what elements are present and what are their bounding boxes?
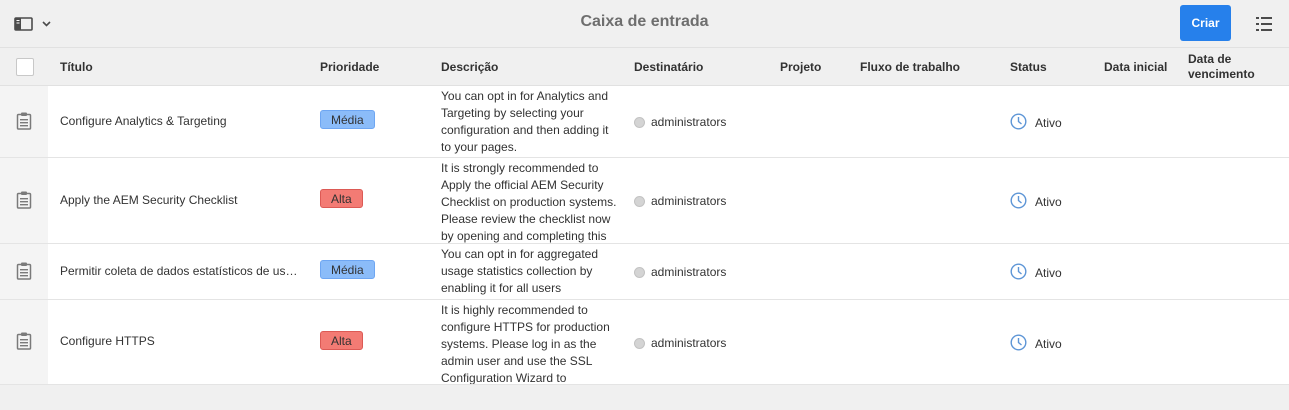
description-line: admin user and use the SSL	[441, 354, 593, 368]
task-title: Permitir coleta de dados estatísticos de…	[60, 264, 300, 278]
table-row[interactable]: Apply the AEM Security Checklist Alta It…	[0, 158, 1289, 244]
clock-icon	[1010, 263, 1027, 283]
description-line: Configuration Wizard to	[441, 371, 567, 385]
table-row[interactable]: Configure HTTPS Alta It is highly recomm…	[0, 300, 1289, 385]
rail-toggle-button[interactable]	[14, 15, 54, 33]
task-thumbnail	[0, 300, 48, 384]
priority-badge: Alta	[320, 189, 363, 208]
assignee: administrators	[634, 336, 726, 350]
task-description: You can opt in for Analytics and Targeti…	[441, 88, 621, 156]
description-line: Apply the official AEM Security	[441, 178, 604, 192]
page-title: Caixa de entrada	[580, 13, 709, 30]
priority-badge: Média	[320, 110, 375, 129]
due-date-label-line1: Data de	[1188, 52, 1232, 66]
priority-badge: Alta	[320, 331, 363, 350]
sidebar-icon	[14, 16, 34, 32]
assignee-name: administrators	[651, 115, 727, 129]
clock-icon	[1010, 192, 1027, 212]
description-line: enabling it for all users	[441, 281, 562, 295]
create-button[interactable]: Criar	[1180, 5, 1231, 41]
description-line: You can opt in for aggregated	[441, 247, 599, 261]
table-row[interactable]: Permitir coleta de dados estatísticos de…	[0, 244, 1289, 300]
description-line: You can opt in for Analytics and	[441, 89, 609, 103]
column-header-title[interactable]: Título	[60, 60, 93, 75]
column-header-project[interactable]: Projeto	[780, 60, 821, 75]
top-bar: Caixa de entrada Criar	[0, 0, 1289, 48]
status-text: Ativo	[1035, 195, 1062, 209]
clipboard-icon	[16, 332, 32, 353]
task-title: Configure HTTPS	[60, 334, 155, 348]
assignee-name: administrators	[651, 336, 727, 350]
status: Ativo	[1010, 263, 1062, 283]
table-row[interactable]: Configure Analytics & Targeting Média Yo…	[0, 86, 1289, 158]
description-line: to your pages.	[441, 140, 518, 154]
description-line: systems. Please log in as the	[441, 337, 597, 351]
list-view-icon	[1254, 17, 1274, 37]
task-description: It is highly recommended to configure HT…	[441, 302, 621, 385]
priority-badge: Média	[320, 260, 375, 279]
assignee: administrators	[634, 194, 726, 208]
column-header-status[interactable]: Status	[1010, 60, 1047, 75]
user-dot-icon	[634, 266, 645, 278]
description-line: It is highly recommended to	[441, 303, 588, 317]
list-footer-area	[0, 385, 1289, 410]
status: Ativo	[1010, 334, 1062, 354]
description-line: It is strongly recommended to	[441, 161, 599, 175]
clipboard-icon	[16, 112, 32, 133]
table-header: Título Prioridade Descrição Destinatário…	[0, 48, 1289, 86]
task-description: It is strongly recommended to Apply the …	[441, 160, 621, 243]
clock-icon	[1010, 334, 1027, 354]
user-dot-icon	[634, 116, 645, 128]
assignee-name: administrators	[651, 265, 727, 279]
status-text: Ativo	[1035, 116, 1062, 130]
status: Ativo	[1010, 192, 1062, 212]
description-line: configure HTTPS for production	[441, 320, 610, 334]
status: Ativo	[1010, 113, 1062, 133]
description-line: Targeting by selecting your	[441, 106, 584, 120]
description-line: Please review the checklist now	[441, 212, 611, 226]
column-header-start-date[interactable]: Data inicial	[1104, 60, 1167, 75]
column-header-description[interactable]: Descrição	[441, 60, 498, 75]
task-thumbnail	[0, 244, 48, 299]
chevron-down-icon	[42, 21, 51, 27]
column-header-due-date[interactable]: Data de vencimento	[1188, 52, 1255, 82]
status-text: Ativo	[1035, 337, 1062, 351]
task-description: You can opt in for aggregated usage stat…	[441, 246, 621, 298]
assignee: administrators	[634, 265, 726, 279]
clipboard-icon	[16, 262, 32, 283]
task-thumbnail	[0, 86, 48, 157]
view-switcher-button[interactable]	[1254, 14, 1274, 34]
task-thumbnail	[0, 158, 48, 243]
column-header-workflow[interactable]: Fluxo de trabalho	[860, 60, 960, 75]
assignee: administrators	[634, 115, 726, 129]
description-line: usage statistics collection by	[441, 264, 593, 278]
user-dot-icon	[634, 195, 645, 207]
status-text: Ativo	[1035, 266, 1062, 280]
description-line: by opening and completing this	[441, 229, 607, 243]
description-line: Checklist on production systems.	[441, 195, 617, 209]
select-all-checkbox[interactable]	[16, 58, 34, 76]
user-dot-icon	[634, 337, 645, 349]
description-line: configuration and then adding it	[441, 123, 609, 137]
column-header-assignee[interactable]: Destinatário	[634, 60, 703, 75]
column-header-priority[interactable]: Prioridade	[320, 60, 379, 75]
due-date-label-line2: vencimento	[1188, 67, 1255, 81]
clipboard-icon	[16, 191, 32, 212]
task-title: Configure Analytics & Targeting	[60, 114, 227, 128]
task-title: Apply the AEM Security Checklist	[60, 193, 238, 207]
assignee-name: administrators	[651, 194, 727, 208]
clock-icon	[1010, 113, 1027, 133]
